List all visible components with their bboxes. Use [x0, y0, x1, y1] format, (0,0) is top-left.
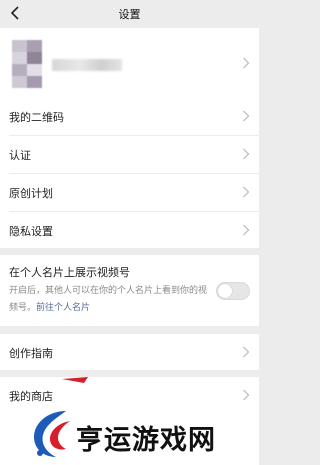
- row-label: 隐私设置: [9, 225, 53, 238]
- row-verification[interactable]: 认证: [0, 136, 259, 172]
- video-card-title: 在个人名片上展示视频号: [9, 266, 130, 279]
- row-privacy-settings[interactable]: 隐私设置: [0, 212, 259, 248]
- settings-group-2: 创作指南: [0, 334, 259, 370]
- chevron-right-icon: [243, 224, 250, 236]
- row-label: 原创计划: [9, 187, 53, 200]
- goto-namecard-link[interactable]: 前往个人名片: [36, 303, 90, 313]
- toggle-knob: [218, 284, 232, 298]
- nav-bar: 设置: [0, 0, 259, 28]
- video-card-description: 开启后，其他人可以在你的个人名片上看到你的视频号。前往个人名片: [9, 283, 209, 317]
- row-label: 创作指南: [9, 347, 53, 360]
- row-creation-guide[interactable]: 创作指南: [0, 334, 259, 370]
- watermark-text: 亨运游戏网: [76, 425, 216, 456]
- row-original-plan[interactable]: 原创计划: [0, 174, 259, 210]
- row-label: 认证: [9, 149, 31, 162]
- row-label: 我的二维码: [9, 111, 64, 124]
- chevron-right-icon: [243, 389, 250, 401]
- show-video-toggle[interactable]: [216, 282, 250, 300]
- red-mark-icon: [62, 377, 88, 383]
- watermark-logo-icon: [34, 411, 70, 457]
- nickname-blurred: [52, 59, 122, 71]
- avatar: [12, 40, 42, 88]
- video-channel-card: 在个人名片上展示视频号 开启后，其他人可以在你的个人名片上看到你的视频号。前往个…: [0, 255, 259, 326]
- chevron-right-icon: [243, 346, 250, 358]
- chevron-right-icon: [243, 57, 250, 69]
- profile-row[interactable]: [0, 28, 259, 98]
- settings-group-1: 我的二维码 认证 原创计划 隐私设置: [0, 98, 259, 248]
- row-my-qrcode[interactable]: 我的二维码: [0, 98, 259, 134]
- chevron-right-icon: [243, 186, 250, 198]
- page-title: 设置: [118, 8, 141, 21]
- chevron-right-icon: [243, 148, 250, 160]
- chevron-right-icon: [243, 110, 250, 122]
